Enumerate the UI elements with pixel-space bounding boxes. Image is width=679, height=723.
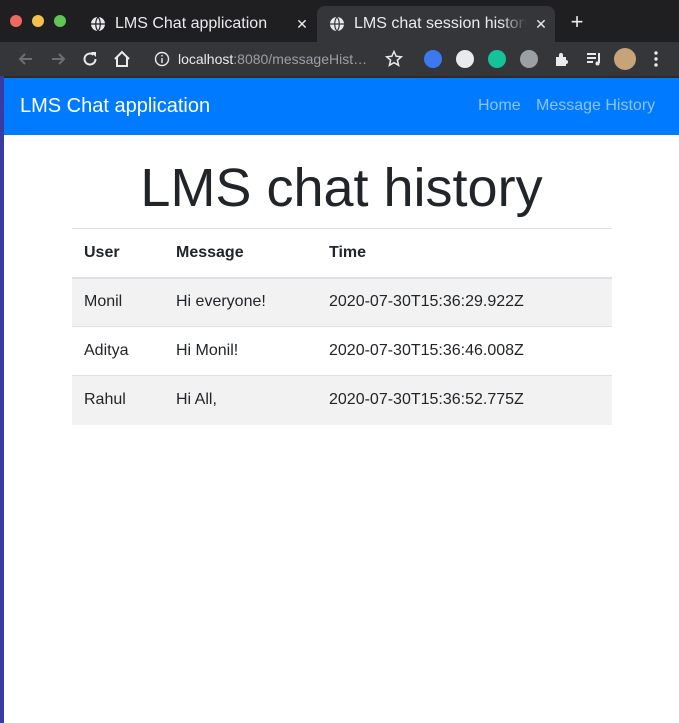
chat-history-table: User Message Time Monil Hi everyone! 202… <box>72 228 612 425</box>
maximize-window-button[interactable] <box>54 15 66 27</box>
media-playlist-icon[interactable] <box>584 49 604 69</box>
browser-menu-icon[interactable] <box>646 49 666 69</box>
minimize-window-button[interactable] <box>32 15 44 27</box>
navbar: LMS Chat application Home Message Histor… <box>4 78 679 135</box>
cell-user: Monil <box>72 277 164 327</box>
table-row: Monil Hi everyone! 2020-07-30T15:36:29.9… <box>72 277 612 327</box>
url-path: :8080/messageHist… <box>233 51 368 67</box>
profile-avatar[interactable] <box>614 48 636 70</box>
cell-message: Hi All, <box>164 375 317 425</box>
tab-title: LMS chat session history <box>354 15 527 32</box>
cell-message: Hi Monil! <box>164 326 317 376</box>
home-icon[interactable] <box>112 49 132 69</box>
extension-compass-icon[interactable] <box>424 50 442 68</box>
column-header-time: Time <box>317 228 612 279</box>
puzzle-extensions-icon[interactable] <box>552 49 572 69</box>
extension-globe-icon[interactable] <box>520 50 538 68</box>
grammarly-icon[interactable] <box>488 50 506 68</box>
cell-time: 2020-07-30T15:36:52.775Z <box>317 375 612 425</box>
cell-time: 2020-07-30T15:36:46.008Z <box>317 326 612 376</box>
cell-user: Rahul <box>72 375 164 425</box>
extension-counter-icon[interactable] <box>456 50 474 68</box>
navbar-brand[interactable]: LMS Chat application <box>20 95 210 118</box>
new-tab-button[interactable]: + <box>566 11 588 33</box>
info-icon[interactable] <box>154 51 170 67</box>
nav-link-message-history[interactable]: Message History <box>536 97 655 115</box>
reload-icon[interactable] <box>80 49 100 69</box>
globe-icon <box>330 16 344 32</box>
tab-strip: LMS Chat application ✕ LMS chat session … <box>0 0 679 42</box>
tab-chat-session-history[interactable]: LMS chat session history ✕ <box>317 6 555 42</box>
browser-toolbar: localhost:8080/messageHist… <box>0 42 679 76</box>
bookmark-star-icon[interactable] <box>384 49 404 69</box>
cell-message: Hi everyone! <box>164 277 317 327</box>
url-host: localhost <box>178 51 234 67</box>
address-bar[interactable]: localhost:8080/messageHist… <box>142 45 408 73</box>
forward-arrow-icon[interactable] <box>48 49 68 69</box>
page-viewport: LMS Chat application Home Message Histor… <box>4 78 679 723</box>
table-header-row: User Message Time <box>72 228 612 279</box>
close-window-button[interactable] <box>10 15 22 27</box>
table-row: Rahul Hi All, 2020-07-30T15:36:52.775Z <box>72 375 612 425</box>
globe-icon <box>91 16 105 32</box>
column-header-user: User <box>72 228 164 279</box>
table-row: Aditya Hi Monil! 2020-07-30T15:36:46.008… <box>72 326 612 376</box>
column-header-message: Message <box>164 228 317 279</box>
cell-time: 2020-07-30T15:36:29.922Z <box>317 277 612 327</box>
cell-user: Aditya <box>72 326 164 376</box>
nav-link-home[interactable]: Home <box>478 97 521 115</box>
tab-title: LMS Chat application <box>115 15 268 32</box>
tab-lms-chat-application[interactable]: LMS Chat application ✕ <box>78 6 316 42</box>
browser-chrome: LMS Chat application ✕ LMS chat session … <box>0 0 679 76</box>
close-tab-icon[interactable]: ✕ <box>527 16 555 33</box>
page-title: LMS chat history <box>140 158 543 218</box>
close-tab-icon[interactable]: ✕ <box>288 16 316 33</box>
back-arrow-icon[interactable] <box>16 49 36 69</box>
